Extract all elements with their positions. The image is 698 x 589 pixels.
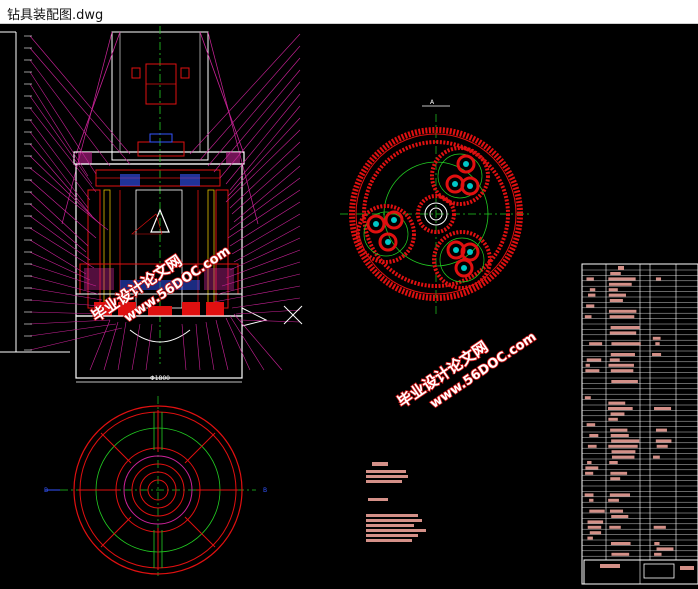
section-label-b-right: B [263,487,267,494]
table-cell-text [608,282,632,286]
table-cell-text [610,272,621,275]
crosshair-cursor-icon [283,305,303,325]
table-cell-text [656,444,668,448]
table-cell-text [652,353,662,356]
watermark-right: 毕业设计论文网 www.56DOC.com [393,329,540,413]
table-cell-text [589,498,594,502]
planetary-gear-view[interactable]: A [340,99,530,314]
table-cell-text [652,336,661,340]
table-cell-text [587,461,592,464]
table-cell-text [608,444,638,448]
table-cell-text [610,542,631,545]
table-cell-text [609,358,620,362]
technical-notes [366,462,426,542]
table-cell-text [653,455,660,459]
table-cell-text [585,466,599,470]
table-cell-text [608,498,619,502]
table-cell-text [584,493,594,497]
table-cell-text [610,353,635,356]
table-cell-text [611,455,635,459]
table-cell-text [655,277,662,281]
table-cell-text [609,315,635,319]
table-cell-text [608,293,626,297]
table-cell-text [587,520,604,524]
table-cell-text [586,358,602,362]
table-cell-text [586,304,595,308]
section-label-a: A [430,99,435,106]
parts-list-table[interactable] [581,263,698,585]
table-cell-text [653,525,666,529]
table-cell-text [584,315,592,319]
table-cell-text [609,331,637,335]
table-cell-text [586,277,594,281]
table-cell-text [587,444,597,448]
table-cell-text [609,461,618,464]
table-cell-text [609,493,630,497]
table-cell-text [587,525,602,529]
table-cell-text [611,450,636,454]
table-cell-text [655,439,672,443]
table-cell-text [611,342,641,346]
table-cell-text [611,515,629,518]
table-cell-text [585,369,600,373]
table-cell-text [589,342,603,346]
table-cell-text [584,396,591,400]
table-cell-text [610,428,628,432]
table-cell-text [610,434,629,437]
table-cell-text [608,288,618,292]
table-cell-text [589,288,596,292]
table-cell-text [608,277,636,281]
table-cell-text [655,342,660,346]
table-cell-text [589,509,605,513]
table-cell-text [589,531,602,535]
table-cell-text [611,380,638,383]
table-cell-text [585,471,594,475]
table-cell-text [610,471,628,475]
table-cell-text [655,428,667,432]
table-cell-text [610,326,640,329]
table-cell-text [586,423,596,427]
drawing-canvas[interactable]: Φ1800 A B B 毕业设计论文网 www.56DOC.com 毕业设计论文… [0,24,698,585]
table-cell-text [611,552,630,556]
table-cell-text [654,407,672,410]
dimension-label: Φ1800 [150,375,170,382]
table-cell-text [609,299,623,302]
bottom-plan-view[interactable]: B B [44,396,267,576]
table-cell-text [608,407,633,410]
table-cell-text [611,439,640,443]
assembly-section-view[interactable]: Φ1800 [0,26,303,383]
window-titlebar: 钻具装配图.dwg [0,0,698,24]
table-cell-text [608,417,618,421]
table-cell-text [587,536,593,540]
table-cell-text [589,434,599,437]
table-cell-text [610,477,621,481]
window-title: 钻具装配图.dwg [7,8,104,23]
section-label-b-left: B [44,487,48,494]
table-cell-text [654,542,660,545]
table-cell-text [608,309,637,313]
table-cell-text [610,369,634,373]
table-cell-text [588,293,596,297]
table-cell-text [585,363,590,367]
table-cell-text [654,552,662,556]
table-cell-text [608,401,626,405]
table-cell-text [656,547,674,551]
table-cell-text [610,412,625,416]
table-cell-text [609,509,624,513]
table-cell-text [609,525,621,529]
table-cell-text [608,363,634,367]
